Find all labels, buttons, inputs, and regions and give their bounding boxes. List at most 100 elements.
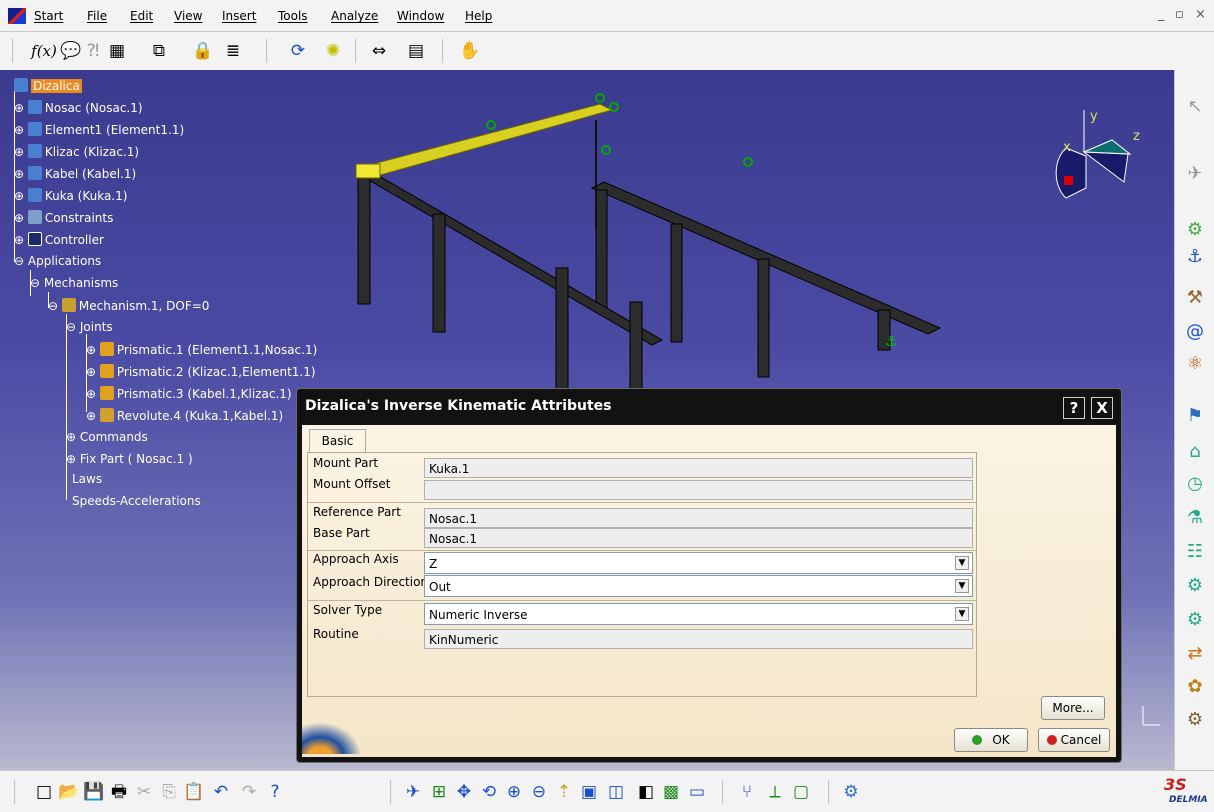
menu-file[interactable]: File [87, 9, 107, 23]
tree-item-fix-part[interactable]: ⊕ Fix Part ( Nosac.1 ) [66, 452, 193, 466]
tree-item-element1[interactable]: ⊕ Element1 (Element1.1) [14, 122, 184, 137]
menu-help[interactable]: Help [465, 9, 492, 23]
fit-all-icon[interactable]: ⊞ [428, 781, 450, 803]
arm-icon[interactable]: ⚙ [1183, 608, 1207, 632]
tree-item-prismatic1[interactable]: ⊕ Prismatic.1 (Element1.1,Nosac.1) [86, 342, 317, 357]
gears-icon[interactable]: ⚛ [1183, 352, 1207, 376]
kinematics-icon[interactable]: ⚑ [1183, 404, 1207, 428]
copy-icon[interactable]: ⎘ [158, 781, 180, 803]
compass-icon[interactable]: ▢ [790, 781, 812, 803]
more-button[interactable]: More... [1041, 696, 1105, 720]
analysis-icon[interactable]: ▤ [405, 40, 427, 62]
tree-item-revolute4[interactable]: ⊕ Revolute.4 (Kuka.1,Kabel.1) [86, 408, 283, 423]
tree-item-prismatic2[interactable]: ⊕ Prismatic.2 (Klizac.1,Element1.1) [86, 364, 316, 379]
tab-basic[interactable]: Basic [309, 429, 366, 453]
iso-view-icon[interactable]: ◫ [605, 781, 627, 803]
tree-item-prismatic3[interactable]: ⊕ Prismatic.3 (Kabel.1,Klizac.1) [86, 386, 292, 401]
multi-view-icon[interactable]: ▣ [578, 781, 600, 803]
tree-root[interactable]: Dizalica [14, 78, 82, 93]
tree-item-commands[interactable]: ⊕ Commands [66, 430, 148, 444]
print-icon[interactable]: 🖶 [108, 781, 130, 803]
tree-item-controller[interactable]: ⊕ Controller [14, 232, 104, 247]
joint-icon[interactable]: ⚙ [1183, 218, 1207, 242]
undo-icon[interactable]: ↶ [210, 781, 232, 803]
menu-tools[interactable]: Tools [278, 9, 308, 23]
device-icon[interactable]: ⚒ [1183, 286, 1207, 310]
tree-item-kabel[interactable]: ⊕ Kabel (Kabel.1) [14, 166, 136, 181]
dropdown-arrow-icon[interactable]: ▼ [955, 556, 969, 570]
normal-view-icon[interactable]: ⇡ [553, 781, 575, 803]
tree-item-speeds-accelerations[interactable]: Speeds-Accelerations [72, 494, 201, 508]
close-window-button[interactable]: × [1195, 7, 1206, 22]
menu-insert[interactable]: Insert [222, 9, 256, 23]
open-icon[interactable]: 📂 [58, 781, 80, 803]
home-position-icon[interactable]: ⌂ [1183, 440, 1207, 464]
lock-icon[interactable]: 🔒 [192, 40, 214, 62]
catia-logo-icon[interactable] [8, 8, 26, 24]
zoom-out-icon[interactable]: ⊖ [528, 781, 550, 803]
hand-icon[interactable]: ✋ [459, 40, 481, 62]
render-style-icon[interactable]: ▩ [660, 781, 682, 803]
tree-item-nosac[interactable]: ⊕ Nosac (Nosac.1) [14, 100, 143, 115]
tool-icon[interactable]: ⚗ [1183, 506, 1207, 530]
rotate-icon[interactable]: ⟲ [478, 781, 500, 803]
help-button[interactable]: ? [1063, 397, 1085, 419]
approach-axis-select[interactable]: Z ▼ [424, 552, 973, 574]
tree-item-laws[interactable]: Laws [72, 472, 102, 486]
close-button[interactable]: X [1091, 397, 1113, 419]
cancel-button[interactable]: Cancel [1038, 728, 1110, 752]
hierarchy-icon[interactable]: ⧉ [148, 40, 170, 62]
axis-icon[interactable]: ⟂ [764, 781, 786, 803]
tree-expand-icon[interactable]: ⑂ [736, 781, 758, 803]
approach-direction-select[interactable]: Out ▼ [424, 575, 973, 597]
dropdown-arrow-icon[interactable]: ▼ [955, 579, 969, 593]
tree-item-constraints[interactable]: ⊕ Constraints [14, 210, 113, 225]
rules-icon[interactable]: ≣ [222, 40, 244, 62]
hide-show-icon[interactable]: ◧ [635, 781, 657, 803]
robot-icon[interactable]: ⚙ [1183, 574, 1207, 598]
cut-icon[interactable]: ✂ [133, 781, 155, 803]
light-icon[interactable]: ✺ [322, 40, 344, 62]
menu-edit[interactable]: Edit [130, 9, 153, 23]
tree-item-applications[interactable]: ⊖ Applications [14, 254, 101, 268]
tree-item-mechanism1[interactable]: ⊖ Mechanism.1, DOF=0 [48, 298, 209, 313]
new-icon[interactable]: □ [33, 781, 55, 803]
inverse-kinematics-icon[interactable]: ⚙ [1183, 708, 1207, 732]
fly-mode-icon[interactable]: ✈ [402, 781, 424, 803]
ok-button[interactable]: OK [954, 728, 1028, 752]
select-arrow-icon[interactable]: ↖ [1183, 95, 1207, 119]
restore-button[interactable]: ▫ [1175, 7, 1184, 22]
whats-this-icon[interactable]: ? [264, 781, 286, 803]
zoom-in-icon[interactable]: ⊕ [503, 781, 525, 803]
knowledge-icon[interactable]: ⁈ [82, 40, 104, 62]
simulation-icon[interactable]: ⟳ [287, 40, 309, 62]
menu-view[interactable]: View [174, 9, 202, 23]
tree-item-mechanisms[interactable]: ⊖ Mechanisms [30, 276, 118, 290]
minimize-button[interactable]: _ [1158, 7, 1165, 22]
solver-type-select[interactable]: Numeric Inverse ▼ [424, 603, 973, 625]
catalog-icon[interactable]: ⚙ [840, 781, 862, 803]
comment-icon[interactable]: 💬 [60, 40, 82, 62]
arrows-icon[interactable]: ⇄ [1183, 642, 1207, 666]
paste-icon[interactable]: 📋 [183, 781, 205, 803]
clock-icon[interactable]: ◷ [1183, 472, 1207, 496]
menu-window[interactable]: Window [397, 9, 444, 23]
fly-icon[interactable]: ✈ [1183, 162, 1207, 186]
formula-icon[interactable]: f(x) [31, 40, 57, 62]
swirl-icon[interactable]: @ [1183, 320, 1207, 344]
menu-start[interactable]: Start [34, 9, 63, 23]
tree-item-klizac[interactable]: ⊕ Klizac (Klizac.1) [14, 144, 139, 159]
stack-icon[interactable]: ☷ [1183, 540, 1207, 564]
redo-icon[interactable]: ↷ [238, 781, 260, 803]
tree-item-kuka[interactable]: ⊕ Kuka (Kuka.1) [14, 188, 127, 203]
save-icon[interactable]: 💾 [83, 781, 105, 803]
anchor-icon[interactable]: ⚓ [1183, 245, 1207, 269]
pan-icon[interactable]: ✥ [453, 781, 475, 803]
measure-icon[interactable]: ⇔ [368, 40, 390, 62]
teach-icon[interactable]: ✿ [1183, 675, 1207, 699]
swap-space-icon[interactable]: ▭ [686, 781, 708, 803]
menu-analyze[interactable]: Analyze [331, 9, 378, 23]
dropdown-arrow-icon[interactable]: ▼ [955, 607, 969, 621]
tree-item-joints[interactable]: ⊖ Joints [66, 320, 113, 334]
table-icon[interactable]: ▦ [106, 40, 128, 62]
